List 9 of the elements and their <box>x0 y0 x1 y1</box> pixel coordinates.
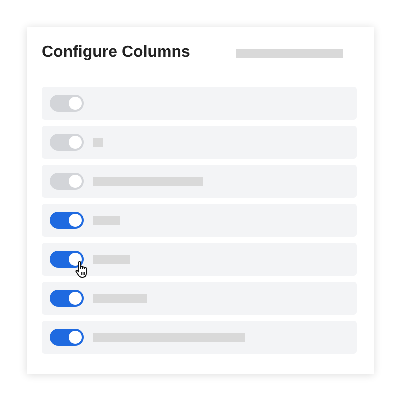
placeholder-bar <box>93 255 130 264</box>
placeholder-bar <box>93 216 120 225</box>
toggle-switch[interactable] <box>50 251 84 268</box>
toggle-switch[interactable] <box>50 212 84 229</box>
placeholder-bar <box>93 294 147 303</box>
panel-title: Configure Columns <box>42 44 190 62</box>
placeholder-bar <box>93 138 103 147</box>
toggle-switch[interactable] <box>50 329 84 346</box>
toggle-switch[interactable] <box>50 290 84 307</box>
